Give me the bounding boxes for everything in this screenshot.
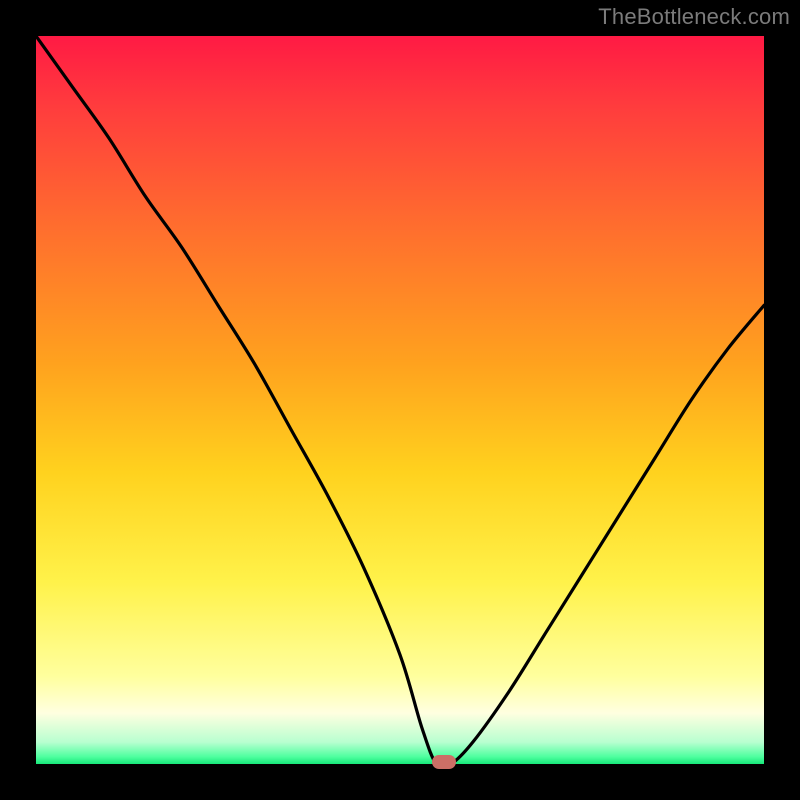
optimum-marker: [432, 755, 456, 769]
attribution-text: TheBottleneck.com: [598, 4, 790, 30]
chart-frame: TheBottleneck.com: [0, 0, 800, 800]
plot-area: [36, 36, 764, 764]
bottleneck-curve: [36, 36, 764, 764]
curve-svg: [36, 36, 764, 764]
